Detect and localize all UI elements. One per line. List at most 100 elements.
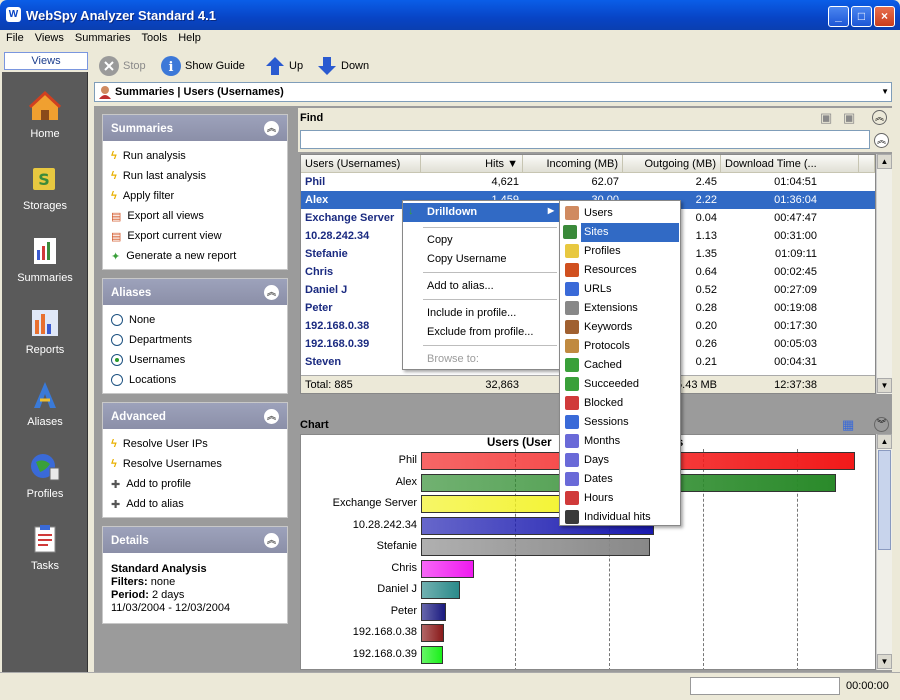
collapse-icon[interactable]: ︽ — [264, 121, 279, 136]
menu-views[interactable]: Views — [29, 30, 69, 44]
nav-summaries[interactable]: Summaries — [2, 226, 88, 296]
scroll-up-icon[interactable]: ▲ — [877, 154, 892, 169]
run-analysis-link[interactable]: ϟ Run analysis — [111, 147, 186, 165]
chart-options-icon[interactable]: ▦ — [842, 417, 854, 433]
alias-option-departments[interactable]: Departments — [111, 331, 192, 349]
radio-button[interactable] — [111, 374, 123, 386]
collapse-icon[interactable]: ︽ — [264, 533, 279, 548]
submenu-item-resources[interactable]: Resources — [560, 261, 680, 280]
details-header[interactable]: Details ︽ — [103, 527, 287, 553]
chart-scrollbar[interactable]: ▲ ▼ — [876, 434, 892, 670]
scroll-down-icon[interactable]: ▼ — [877, 378, 892, 393]
menu-item-exclude-profile[interactable]: Exclude from profile... — [403, 323, 559, 342]
submenu-item-users[interactable]: Users — [560, 204, 680, 223]
chart-bar[interactable] — [421, 538, 651, 556]
find-clear-icon[interactable]: ▣ — [843, 110, 855, 126]
expand-icon[interactable]: ︽ — [874, 133, 889, 148]
collapse-icon[interactable]: ︽ — [872, 110, 887, 125]
down-button[interactable]: Down — [316, 54, 369, 78]
column-header-hits[interactable]: Hits ▼ — [421, 155, 523, 173]
submenu-item-keywords[interactable]: Keywords — [560, 318, 680, 337]
menu-tools[interactable]: Tools — [136, 30, 173, 44]
resolve-user-ips-link[interactable]: ϟ Resolve User IPs — [111, 435, 208, 453]
menu-summaries[interactable]: Summaries — [69, 30, 136, 44]
alias-option-none[interactable]: None — [111, 311, 155, 329]
submenu-item-profiles[interactable]: Profiles — [560, 242, 680, 261]
export-current-view-link[interactable]: ▤ Export current view — [111, 227, 222, 245]
menu-item-include-profile[interactable]: Include in profile... — [403, 304, 559, 323]
menu-item-copy-username[interactable]: Copy Username — [403, 250, 559, 269]
stop-button[interactable]: Stop — [98, 54, 146, 78]
chevron-down-icon[interactable]: ▼ — [881, 87, 889, 96]
submenu-item-individual-hits[interactable]: Individual hits — [560, 508, 680, 527]
submenu-item-urls[interactable]: URLs — [560, 280, 680, 299]
grid-scrollbar[interactable]: ▲ ▼ — [876, 154, 892, 394]
submenu-item-cached[interactable]: Cached — [560, 356, 680, 375]
scroll-down-icon[interactable]: ▼ — [877, 654, 892, 669]
chart-bar[interactable] — [421, 559, 474, 578]
submenu-item-dates[interactable]: Dates — [560, 470, 680, 489]
close-button[interactable]: × — [874, 6, 895, 27]
radio-button[interactable] — [111, 314, 123, 326]
nav-storages[interactable]: S Storages — [2, 154, 88, 224]
submenu-item-months[interactable]: Months — [560, 432, 680, 451]
scroll-up-icon[interactable]: ▲ — [877, 434, 892, 449]
run-last-analysis-link[interactable]: ϟ Run last analysis — [111, 167, 206, 185]
alias-option-locations[interactable]: Locations — [111, 371, 176, 389]
menu-item-drilldown[interactable]: ↓ Drilldown ▶ — [403, 203, 559, 222]
aliases-header[interactable]: Aliases ︽ — [103, 279, 287, 305]
summaries-header[interactable]: Summaries ︽ — [103, 115, 287, 141]
submenu-item-blocked[interactable]: Blocked — [560, 394, 680, 413]
submenu-item-succeeded[interactable]: Succeeded — [560, 375, 680, 394]
submenu-item-hours[interactable]: Hours — [560, 489, 680, 508]
location-text: Summaries | Users (Usernames) — [115, 86, 284, 98]
menu-help[interactable]: Help — [172, 30, 206, 44]
submenu-item-protocols[interactable]: Protocols — [560, 337, 680, 356]
chart-bar[interactable] — [421, 602, 447, 621]
scroll-thumb[interactable] — [878, 450, 891, 550]
submenu-item-sessions[interactable]: Sessions — [560, 413, 680, 432]
nav-profiles[interactable]: Profiles — [2, 442, 88, 512]
app-icon: W — [6, 7, 21, 22]
collapse-icon[interactable]: ︽ — [264, 409, 279, 424]
nav-home[interactable]: Home — [2, 82, 88, 152]
add-to-profile-link[interactable]: ✚ Add to profile — [111, 475, 191, 493]
location-combo[interactable]: Summaries | Users (Usernames) ▼ — [94, 82, 892, 102]
chart-bar[interactable] — [421, 624, 444, 642]
resolve-usernames-link[interactable]: ϟ Resolve Usernames — [111, 455, 222, 473]
apply-filter-link[interactable]: ϟ Apply filter — [111, 187, 174, 205]
menu-item-copy[interactable]: Copy — [403, 231, 559, 250]
collapse-icon[interactable]: ︽ — [264, 285, 279, 300]
menu-item-add-alias[interactable]: Add to alias... — [403, 277, 559, 296]
submenu-item-days[interactable]: Days — [560, 451, 680, 470]
radio-button[interactable] — [111, 334, 123, 346]
minimize-button[interactable]: _ — [828, 6, 849, 27]
find-tool-icon[interactable]: ▣ — [820, 110, 832, 126]
menu-file[interactable]: File — [0, 30, 29, 44]
column-header-outgoing[interactable]: Outgoing (MB) — [623, 155, 721, 173]
svg-text:i: i — [169, 60, 174, 75]
table-row[interactable]: Phil 4,621 62.07 2.45 01:04:51 — [301, 173, 875, 191]
add-to-alias-link[interactable]: ✚ Add to alias — [111, 495, 184, 513]
nav-reports[interactable]: Reports — [2, 298, 88, 368]
export-all-views-link[interactable]: ▤ Export all views — [111, 207, 204, 225]
maximize-button[interactable]: □ — [851, 6, 872, 27]
chart-bar[interactable] — [421, 581, 461, 599]
chart-bar[interactable] — [421, 645, 443, 664]
find-input[interactable] — [300, 130, 870, 149]
submenu-item-sites[interactable]: Sites — [563, 223, 679, 242]
column-header-filler — [859, 155, 875, 173]
generate-report-link[interactable]: ✦ Generate a new report — [111, 247, 236, 265]
advanced-header[interactable]: Advanced ︽ — [103, 403, 287, 429]
nav-aliases[interactable]: Aliases — [2, 370, 88, 440]
column-header-user[interactable]: Users (Usernames) — [301, 155, 421, 173]
column-header-incoming[interactable]: Incoming (MB) — [523, 155, 623, 173]
alias-option-usernames[interactable]: Usernames — [111, 351, 185, 369]
show-guide-button[interactable]: i Show Guide — [160, 54, 245, 78]
radio-button-selected[interactable] — [111, 354, 123, 366]
column-header-download-time[interactable]: Download Time (... — [721, 155, 859, 173]
submenu-item-extensions[interactable]: Extensions — [560, 299, 680, 318]
expand-icon[interactable]: ︾ — [874, 417, 889, 432]
up-button[interactable]: Up — [264, 54, 303, 78]
nav-tasks[interactable]: Tasks — [2, 514, 88, 584]
